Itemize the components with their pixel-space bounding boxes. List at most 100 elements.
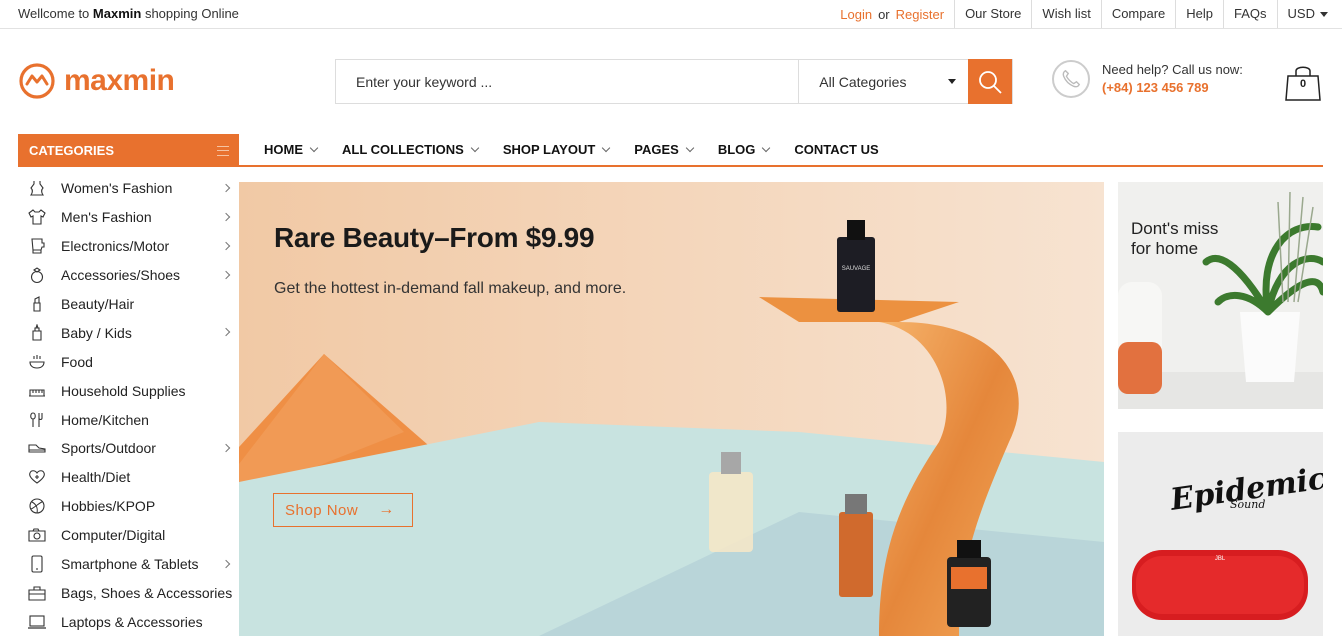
speaker-label: JBL bbox=[1215, 556, 1226, 562]
shirt-icon bbox=[26, 208, 48, 226]
chevron-down-icon bbox=[309, 143, 319, 152]
household-icon bbox=[26, 382, 48, 400]
faqs-link[interactable]: FAQs bbox=[1224, 0, 1278, 28]
logo-text: maxmin bbox=[64, 64, 175, 97]
cart-count: 0 bbox=[1299, 78, 1307, 90]
sidebar-item-label: Health/Diet bbox=[61, 469, 131, 486]
compare-link[interactable]: Compare bbox=[1102, 0, 1177, 28]
search-button[interactable] bbox=[968, 59, 1012, 104]
top-bar: Wellcome to Maxmin shopping Online Login… bbox=[0, 0, 1342, 29]
phone-icon bbox=[1052, 60, 1090, 98]
chevron-down-icon bbox=[470, 143, 480, 152]
help-contact: Need help? Call us now: (+84) 123 456 78… bbox=[1052, 60, 1243, 98]
ring-icon bbox=[26, 266, 48, 284]
food-icon bbox=[26, 353, 48, 371]
sidebar-item-sports[interactable]: Sports/Outdoor bbox=[18, 434, 239, 463]
sidebar-item-label: Men's Fashion bbox=[61, 209, 152, 226]
kitchen-icon bbox=[26, 411, 48, 429]
nav-contact-us[interactable]: CONTACT US bbox=[794, 142, 878, 157]
side-banner-speaker[interactable]: Epidemic Sound JBL bbox=[1118, 432, 1323, 636]
chevron-right-icon bbox=[221, 443, 231, 453]
speaker-illustration: JBL bbox=[1132, 550, 1308, 620]
sidebar-item-hobbies[interactable]: Hobbies/KPOP bbox=[18, 492, 239, 521]
sidebar-item-laptops[interactable]: Laptops & Accessories bbox=[18, 607, 239, 636]
nav-shop-layout-label: SHOP LAYOUT bbox=[502, 142, 596, 157]
nav-blog[interactable]: BLOG bbox=[718, 142, 771, 157]
side-banner-home[interactable]: Dont's miss for home bbox=[1118, 182, 1323, 409]
wish-list-link[interactable]: Wish list bbox=[1032, 0, 1102, 28]
category-select[interactable]: All Categories bbox=[798, 60, 968, 103]
help-link[interactable]: Help bbox=[1176, 0, 1225, 28]
search-bar: All Categories bbox=[335, 59, 1013, 104]
baby-bottle-icon bbox=[26, 323, 48, 342]
logo-icon bbox=[19, 63, 55, 99]
category-sidebar: Women's Fashion Men's Fashion Electronic… bbox=[18, 174, 239, 636]
sidebar-item-electronics[interactable]: Electronics/Motor bbox=[18, 232, 239, 261]
smartphone-icon bbox=[26, 555, 48, 573]
sidebar-item-label: Sports/Outdoor bbox=[61, 440, 156, 457]
help-phone[interactable]: (+84) 123 456 789 bbox=[1102, 79, 1243, 97]
side-banner-home-title: Dont's miss for home bbox=[1131, 219, 1218, 259]
chevron-right-icon bbox=[221, 559, 231, 568]
sidebar-item-label: Baby / Kids bbox=[61, 324, 132, 341]
heart-icon bbox=[26, 468, 48, 486]
auth-links: Login or Register bbox=[840, 0, 956, 28]
chevron-right-icon bbox=[221, 328, 231, 337]
or-text: or bbox=[878, 6, 890, 22]
sidebar-item-label: Accessories/Shoes bbox=[61, 267, 181, 284]
main-nav: HOME ALL COLLECTIONS SHOP LAYOUT PAGES B… bbox=[239, 134, 1323, 167]
top-links: Login or Register Our Store Wish list Co… bbox=[840, 0, 1332, 28]
sidebar-item-womens-fashion[interactable]: Women's Fashion bbox=[18, 174, 239, 203]
plant-illustration bbox=[1118, 191, 1323, 409]
logo[interactable]: maxmin bbox=[18, 62, 175, 100]
welcome-prefix: Wellcome to bbox=[18, 6, 90, 21]
side-banner-home-line2: for home bbox=[1131, 239, 1199, 258]
sidebar-item-mens-fashion[interactable]: Men's Fashion bbox=[18, 203, 239, 232]
chevron-down-icon bbox=[685, 143, 695, 152]
sidebar-item-baby-kids[interactable]: Baby / Kids bbox=[18, 318, 239, 347]
sidebar-item-household[interactable]: Household Supplies bbox=[18, 376, 239, 405]
arrow-right-icon: → bbox=[378, 501, 395, 518]
sidebar-item-label: Food bbox=[61, 353, 93, 370]
hero-banner[interactable]: SAUVAGE Rare Beauty–From $9.99 Get the h… bbox=[239, 182, 1104, 636]
caret-down-icon bbox=[1320, 12, 1328, 18]
help-text: Need help? Call us now: bbox=[1102, 62, 1243, 77]
currency-label: USD bbox=[1287, 6, 1315, 21]
sidebar-item-health[interactable]: Health/Diet bbox=[18, 463, 239, 492]
sidebar-item-food[interactable]: Food bbox=[18, 347, 239, 376]
cart-button[interactable]: 0 bbox=[1283, 62, 1323, 102]
chevron-right-icon bbox=[221, 270, 231, 279]
chevron-down-icon bbox=[602, 143, 611, 152]
sidebar-item-beauty[interactable]: Beauty/Hair bbox=[18, 290, 239, 319]
currency-select[interactable]: USD bbox=[1278, 0, 1332, 28]
caret-down-icon bbox=[948, 79, 957, 84]
nav-shop-layout[interactable]: SHOP LAYOUT bbox=[502, 142, 611, 157]
dress-icon bbox=[26, 179, 48, 197]
categories-toggle[interactable]: CATEGORIES bbox=[18, 134, 239, 167]
sidebar-item-label: Beauty/Hair bbox=[61, 296, 135, 312]
sidebar-item-label: Bags, Shoes & Accessories bbox=[61, 584, 233, 601]
categories-label: CATEGORIES bbox=[29, 143, 114, 158]
sidebar-item-computer[interactable]: Computer/Digital bbox=[18, 521, 239, 550]
sidebar-item-label: Women's Fashion bbox=[61, 180, 173, 197]
login-link[interactable]: Login bbox=[840, 7, 872, 22]
bottle-label: SAUVAGE bbox=[842, 266, 871, 272]
nav-home-label: HOME bbox=[264, 142, 303, 157]
blender-icon bbox=[26, 237, 48, 255]
shoe-icon bbox=[26, 439, 48, 457]
sidebar-item-smartphone[interactable]: Smartphone & Tablets bbox=[18, 550, 239, 579]
sidebar-item-home-kitchen[interactable]: Home/Kitchen bbox=[18, 405, 239, 434]
our-store-link[interactable]: Our Store bbox=[955, 0, 1033, 28]
sidebar-item-accessories[interactable]: Accessories/Shoes bbox=[18, 261, 239, 290]
chevron-right-icon bbox=[221, 241, 231, 251]
shop-now-button[interactable]: Shop Now → bbox=[273, 493, 413, 527]
sidebar-item-bags[interactable]: Bags, Shoes & Accessories bbox=[18, 578, 239, 607]
nav-home[interactable]: HOME bbox=[264, 142, 319, 157]
register-link[interactable]: Register bbox=[896, 7, 944, 22]
nav-pages[interactable]: PAGES bbox=[634, 142, 695, 157]
lipstick-icon bbox=[26, 295, 48, 313]
welcome-text: Wellcome to Maxmin shopping Online bbox=[18, 6, 239, 21]
search-input[interactable] bbox=[336, 60, 799, 103]
sidebar-item-label: Smartphone & Tablets bbox=[61, 556, 199, 573]
nav-all-collections[interactable]: ALL COLLECTIONS bbox=[342, 142, 480, 157]
